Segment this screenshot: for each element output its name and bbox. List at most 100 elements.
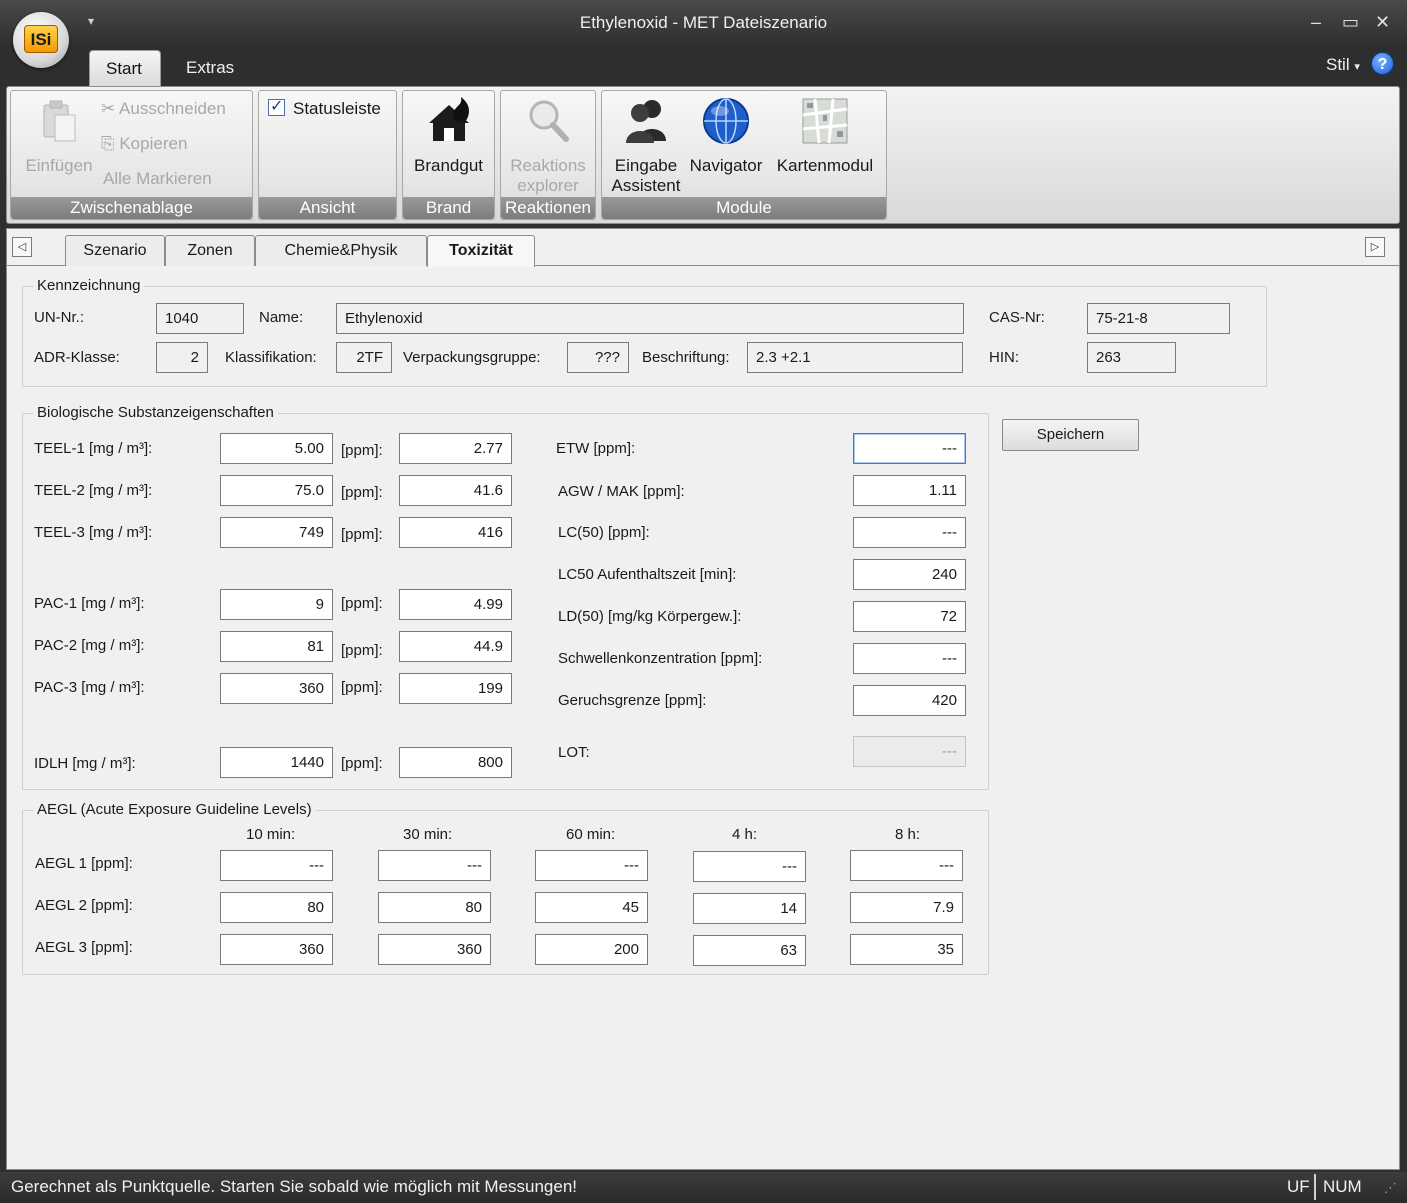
group-label-view: Ansicht	[259, 197, 396, 219]
aegl1-60min-field[interactable]: ---	[535, 850, 648, 881]
cut-button[interactable]: ✂ Ausschneiden	[101, 99, 226, 119]
input-assistant-label-2: Assistent	[611, 176, 681, 195]
labeling-field[interactable]: 2.3 +2.1	[747, 342, 963, 373]
threshold-label: Schwellenkonzentration [ppm]:	[558, 650, 763, 667]
ppm-unit-label: [ppm]:	[341, 484, 383, 501]
tab-scroll-left-icon[interactable]: ◁	[12, 237, 32, 257]
paste-icon	[43, 100, 76, 142]
aegl2-4h-field[interactable]: 14	[693, 893, 806, 924]
etw-field[interactable]: ---	[853, 433, 966, 464]
teel3-ppm-field[interactable]: 416	[399, 517, 512, 548]
odor-threshold-field[interactable]: 420	[853, 685, 966, 716]
lc50-duration-field[interactable]: 240	[853, 559, 966, 590]
cas-label: CAS-Nr:	[989, 309, 1045, 326]
threshold-field[interactable]: ---	[853, 643, 966, 674]
status-num: NUM	[1323, 1177, 1362, 1196]
group-fire: Brandgut Brand	[402, 90, 495, 220]
close-icon[interactable]: ✕	[1375, 10, 1390, 34]
aegl2-60min-field[interactable]: 45	[535, 892, 648, 923]
aegl1-10min-field[interactable]: ---	[220, 850, 333, 881]
save-button[interactable]: Speichern	[1002, 419, 1139, 451]
aegl1-8h-field[interactable]: ---	[850, 850, 963, 881]
un-label: UN-Nr.:	[34, 309, 84, 326]
aegl3-60min-field[interactable]: 200	[535, 934, 648, 965]
tab-zonen[interactable]: Zonen	[165, 235, 255, 266]
pac1-mg-field[interactable]: 9	[220, 589, 333, 620]
reaction-explorer-label-2: explorer	[517, 176, 579, 195]
adr-class-field[interactable]: 2	[156, 342, 208, 373]
aegl2-30min-field[interactable]: 80	[378, 892, 491, 923]
map-module-button[interactable]: Kartenmodul	[770, 95, 880, 176]
name-field[interactable]: Ethylenoxid	[336, 303, 964, 334]
idlh-mg-field[interactable]: 1440	[220, 747, 333, 778]
globe-icon	[703, 98, 749, 144]
pac3-ppm-field[interactable]: 199	[399, 673, 512, 704]
style-menu-label: Stil	[1326, 55, 1350, 74]
teel1-mg-field[interactable]: 5.00	[220, 433, 333, 464]
ppm-unit-label: [ppm]:	[341, 595, 383, 612]
tab-chemie-physik[interactable]: Chemie&Physik	[255, 235, 427, 266]
teel1-ppm-field[interactable]: 2.77	[399, 433, 512, 464]
ppm-unit-label: [ppm]:	[341, 526, 383, 543]
ppm-unit-label: [ppm]:	[341, 642, 383, 659]
aegl1-30min-field[interactable]: ---	[378, 850, 491, 881]
select-all-button[interactable]: Alle Markieren	[103, 169, 212, 189]
copy-button[interactable]: ⎘ Kopieren	[101, 134, 187, 154]
cut-label: Ausschneiden	[119, 99, 226, 118]
scissors-icon: ✂	[101, 99, 116, 118]
pac2-mg-field[interactable]: 81	[220, 631, 333, 662]
cas-field[interactable]: 75-21-8	[1087, 303, 1230, 334]
chevron-down-icon: ▾	[1354, 61, 1360, 73]
aegl1-label: AEGL 1 [ppm]:	[35, 855, 133, 872]
help-icon[interactable]: ?	[1371, 52, 1394, 75]
reaction-explorer-label-1: Reaktions	[510, 156, 586, 175]
aegl-col-4h: 4 h:	[732, 826, 758, 843]
teel3-mg-field[interactable]: 749	[220, 517, 333, 548]
hin-field[interactable]: 263	[1087, 342, 1176, 373]
aegl1-4h-field[interactable]: ---	[693, 851, 806, 882]
pac1-ppm-field[interactable]: 4.99	[399, 589, 512, 620]
group-view: Statusleiste Ansicht	[258, 90, 397, 220]
aegl3-10min-field[interactable]: 360	[220, 934, 333, 965]
style-menu[interactable]: Stil ▾	[1326, 55, 1360, 75]
name-label: Name:	[259, 309, 304, 326]
un-number-field[interactable]: 1040	[156, 303, 244, 334]
aegl2-8h-field[interactable]: 7.9	[850, 892, 963, 923]
idlh-ppm-field[interactable]: 800	[399, 747, 512, 778]
ld50-field[interactable]: 72	[853, 601, 966, 632]
minimize-icon[interactable]: –	[1311, 10, 1321, 34]
users-icon	[626, 100, 666, 143]
app-menu-button[interactable]: ISi	[13, 12, 69, 68]
group-aegl: AEGL (Acute Exposure Guideline Levels) 1…	[22, 801, 989, 975]
classification-field[interactable]: 2TF	[336, 342, 392, 373]
pac3-mg-field[interactable]: 360	[220, 673, 333, 704]
agw-mak-field[interactable]: 1.11	[853, 475, 966, 506]
packing-group-field[interactable]: ???	[567, 342, 629, 373]
ribbon-tab-extras[interactable]: Extras	[170, 50, 250, 86]
ld50-label: LD(50) [mg/kg Körpergew.]:	[558, 608, 742, 625]
maximize-icon[interactable]: ▭	[1342, 10, 1359, 34]
pac2-ppm-field[interactable]: 44.9	[399, 631, 512, 662]
aegl3-4h-field[interactable]: 63	[693, 935, 806, 966]
aegl3-30min-field[interactable]: 360	[378, 934, 491, 965]
input-assistant-button[interactable]: Eingabe Assistent	[606, 95, 686, 196]
aegl2-10min-field[interactable]: 80	[220, 892, 333, 923]
tab-toxizitaet[interactable]: Toxizität	[427, 235, 535, 267]
ribbon-tab-start[interactable]: Start	[89, 50, 161, 86]
group-title-kennzeichnung: Kennzeichnung	[33, 277, 145, 294]
navigator-button[interactable]: Navigator	[686, 95, 766, 176]
reaction-explorer-button[interactable]: Reaktions explorer	[501, 95, 595, 196]
resize-grip-icon[interactable]: ⋰	[1384, 1180, 1397, 1196]
teel2-mg-field[interactable]: 75.0	[220, 475, 333, 506]
idlh-label: IDLH [mg / m³]:	[34, 755, 136, 772]
lc50-duration-label: LC50 Aufenthaltszeit [min]:	[558, 566, 737, 583]
teel2-ppm-field[interactable]: 41.6	[399, 475, 512, 506]
aegl3-8h-field[interactable]: 35	[850, 934, 963, 965]
tab-szenario[interactable]: Szenario	[65, 235, 165, 266]
brandgut-button[interactable]: Brandgut	[403, 95, 494, 176]
statusbar-checkbox[interactable]: Statusleiste	[268, 97, 381, 119]
document-area: ◁ Szenario Zonen Chemie&Physik Toxizität…	[6, 228, 1400, 1170]
lc50-field[interactable]: ---	[853, 517, 966, 548]
tab-scroll-right-icon[interactable]: ▷	[1365, 237, 1385, 257]
paste-button[interactable]: Einfügen	[19, 99, 99, 176]
